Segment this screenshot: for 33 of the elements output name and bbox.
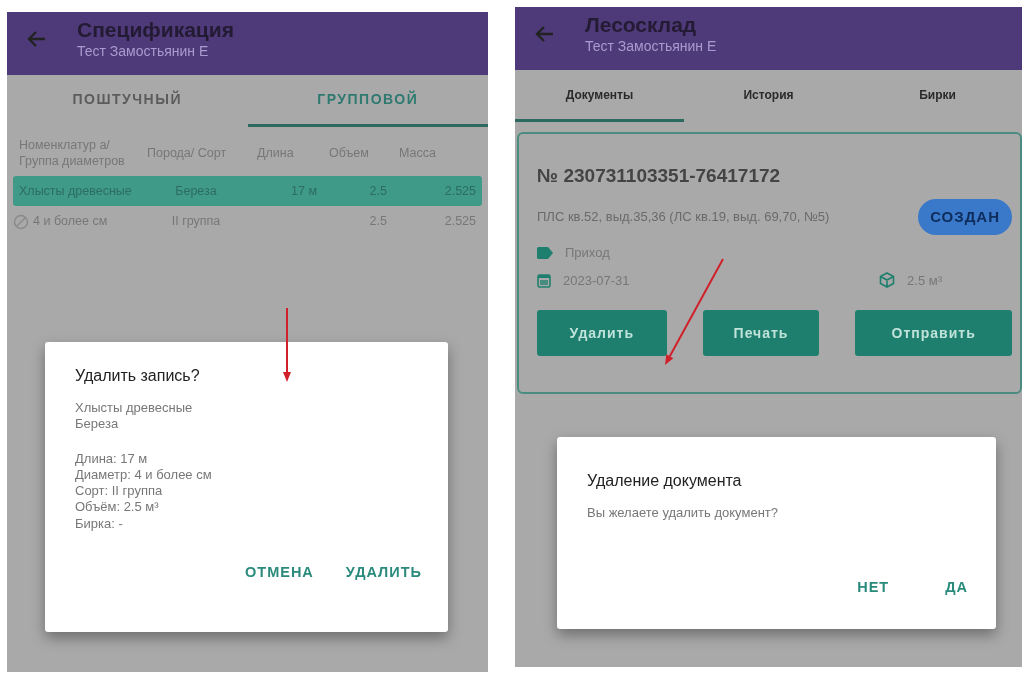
blocked-icon	[13, 213, 29, 230]
dialog-button[interactable]: НЕТ	[849, 573, 898, 603]
tab[interactable]: Документы	[515, 70, 684, 122]
document-address: ПЛС кв.52, выд.35,36 (ЛС кв.19, выд. 69,70, №5)	[537, 208, 831, 226]
dialog-text: Вы желаете удалить документ?	[587, 505, 779, 522]
dialog-title: Удалить запись?	[75, 366, 201, 386]
tag-icon	[537, 246, 553, 259]
screen-subtitle: Тест Замостьянин Е	[77, 42, 210, 62]
dialog-button[interactable]: ДА	[937, 573, 976, 603]
dialog-text: Длина: 17 м	[75, 450, 149, 467]
action-button[interactable]: Удалить	[537, 310, 667, 356]
action-button[interactable]: Отправить	[855, 310, 1012, 356]
tab[interactable]: Бирки	[853, 70, 1022, 122]
document-number: № 230731103351-76417172	[537, 164, 782, 188]
screen-title: Лесосклад	[585, 13, 698, 37]
tab[interactable]: ГРУППОВОЙ	[247, 75, 488, 127]
status-badge: СОЗДАН	[918, 198, 1012, 235]
dialog-text: Сорт: II группа	[75, 483, 164, 500]
screen-subtitle: Тест Замостьянин Е	[585, 37, 717, 57]
cube-icon	[879, 272, 896, 289]
screen-title: Спецификация	[77, 18, 234, 42]
dialog-text: Хлысты древесные	[75, 400, 194, 417]
dialog-button[interactable]: УДАЛИТЬ	[337, 557, 430, 588]
dialog-title: Удаление документа	[587, 471, 743, 491]
action-button[interactable]: Печать	[702, 310, 820, 356]
tab[interactable]: ПОШТУЧНЫЙ	[7, 75, 248, 127]
dialog-text: Бирка: -	[75, 515, 124, 532]
dialog-text: Береза	[75, 416, 120, 433]
tab[interactable]: История	[684, 70, 853, 122]
dialog-text: Объём: 2.5 м³	[75, 499, 160, 516]
dialog-text: Диаметр: 4 и более см	[75, 466, 213, 483]
dialog-button[interactable]: ОТМЕНА	[237, 557, 322, 588]
calendar-icon	[537, 272, 551, 288]
